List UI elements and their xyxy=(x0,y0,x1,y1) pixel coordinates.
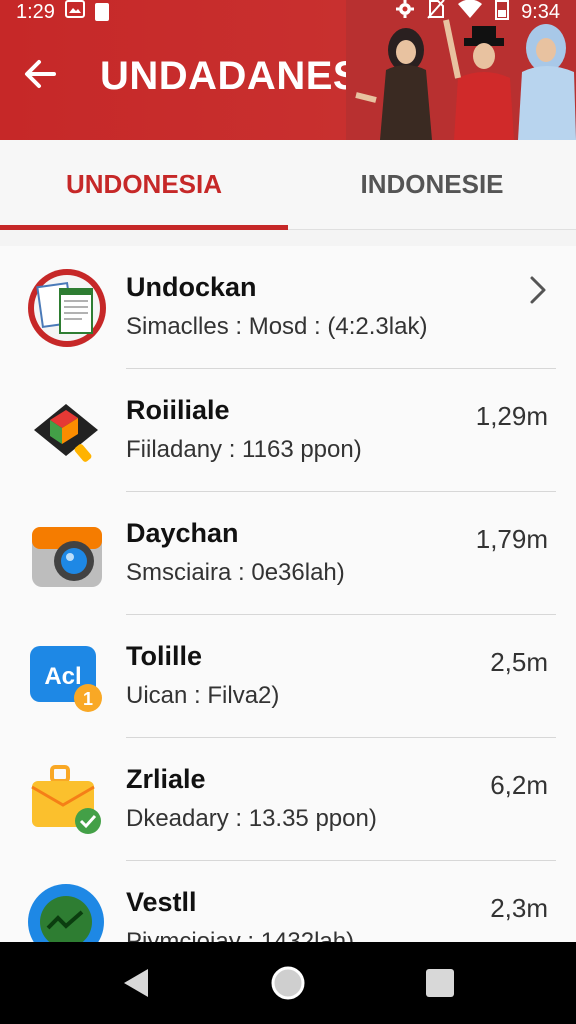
item-title: Undockan xyxy=(126,272,257,302)
nav-back-button[interactable] xyxy=(112,959,160,1007)
app-list: Undockan Simaclles : Mosd : (4:2.3lak) R… xyxy=(0,246,576,942)
no-sim-icon xyxy=(427,0,445,25)
nav-home-button[interactable] xyxy=(264,959,312,1007)
item-title: Tolille xyxy=(126,641,203,671)
gear-icon xyxy=(395,0,415,25)
gear-graph-icon xyxy=(28,883,104,942)
tab-undonesia[interactable]: UNDONESIA xyxy=(0,140,288,230)
item-size: 6,2m xyxy=(490,770,548,800)
recents-square-icon xyxy=(426,969,454,997)
navigation-bar xyxy=(0,942,576,1024)
item-subtitle: Fiiladany : 1163 ppon) xyxy=(126,436,362,463)
status-time-left: 1:29 xyxy=(16,0,55,23)
acl-badge-icon: Acl 1 xyxy=(30,645,102,712)
item-title: Vestll xyxy=(126,887,197,917)
cube-icon xyxy=(34,403,98,462)
list-item[interactable]: Roiiliale Fiiladany : 1163 ppon) 1,29m xyxy=(0,369,576,492)
camera-icon xyxy=(32,526,102,587)
battery-icon xyxy=(495,0,510,26)
documents-icon xyxy=(28,268,106,347)
item-subtitle: Smsciaira : 0e36lah) xyxy=(126,559,345,586)
wifi-icon xyxy=(457,0,483,25)
item-title: Daychan xyxy=(126,518,239,548)
item-subtitle: Simaclles : Mosd : (4:2.3lak) xyxy=(126,313,428,340)
list-item[interactable]: Daychan Smsciaira : 0e36lah) 1,79m xyxy=(0,492,576,615)
svg-text:1: 1 xyxy=(83,689,93,709)
svg-text:Acl: Acl xyxy=(44,663,81,690)
item-size: 1,29m xyxy=(475,401,548,431)
image-icon xyxy=(64,0,85,24)
briefcase-check-icon xyxy=(31,764,101,834)
item-size: 2,3m xyxy=(490,893,548,923)
list-item[interactable]: Undockan Simaclles : Mosd : (4:2.3lak) xyxy=(0,246,576,369)
tab-bar: UNDONESIA INDONESIE xyxy=(0,140,576,230)
item-size: 2,5m xyxy=(490,647,548,677)
item-subtitle: Uican : Filva2) xyxy=(126,682,280,709)
back-button[interactable] xyxy=(18,54,62,98)
tab-indonesie[interactable]: INDONESIE xyxy=(288,140,576,229)
status-bar: 1:29 9:34 xyxy=(0,0,576,24)
arrow-left-icon xyxy=(22,56,58,97)
item-title: Zrliale xyxy=(126,764,206,794)
list-item[interactable]: Vestll Piymcioiay : 1432lah) 2,3m xyxy=(0,861,576,942)
list-item[interactable]: Zrliale Dkeadary : 13.35 ppon) 6,2m xyxy=(0,738,576,861)
status-time-right: 9:34 xyxy=(521,0,560,23)
list-item[interactable]: Acl 1 Tolille Uican : Filva2) 2,5m xyxy=(0,615,576,738)
item-title: Roiiliale xyxy=(126,395,230,425)
square-icon xyxy=(94,3,109,21)
nav-recents-button[interactable] xyxy=(416,959,464,1007)
back-triangle-icon xyxy=(124,969,148,997)
home-circle-icon xyxy=(271,966,305,1000)
item-size: 1,79m xyxy=(475,524,548,554)
chevron-right-icon xyxy=(530,276,546,304)
item-subtitle: Dkeadary : 13.35 ppon) xyxy=(126,805,377,832)
item-subtitle: Piymcioiay : 1432lah) xyxy=(126,928,355,942)
